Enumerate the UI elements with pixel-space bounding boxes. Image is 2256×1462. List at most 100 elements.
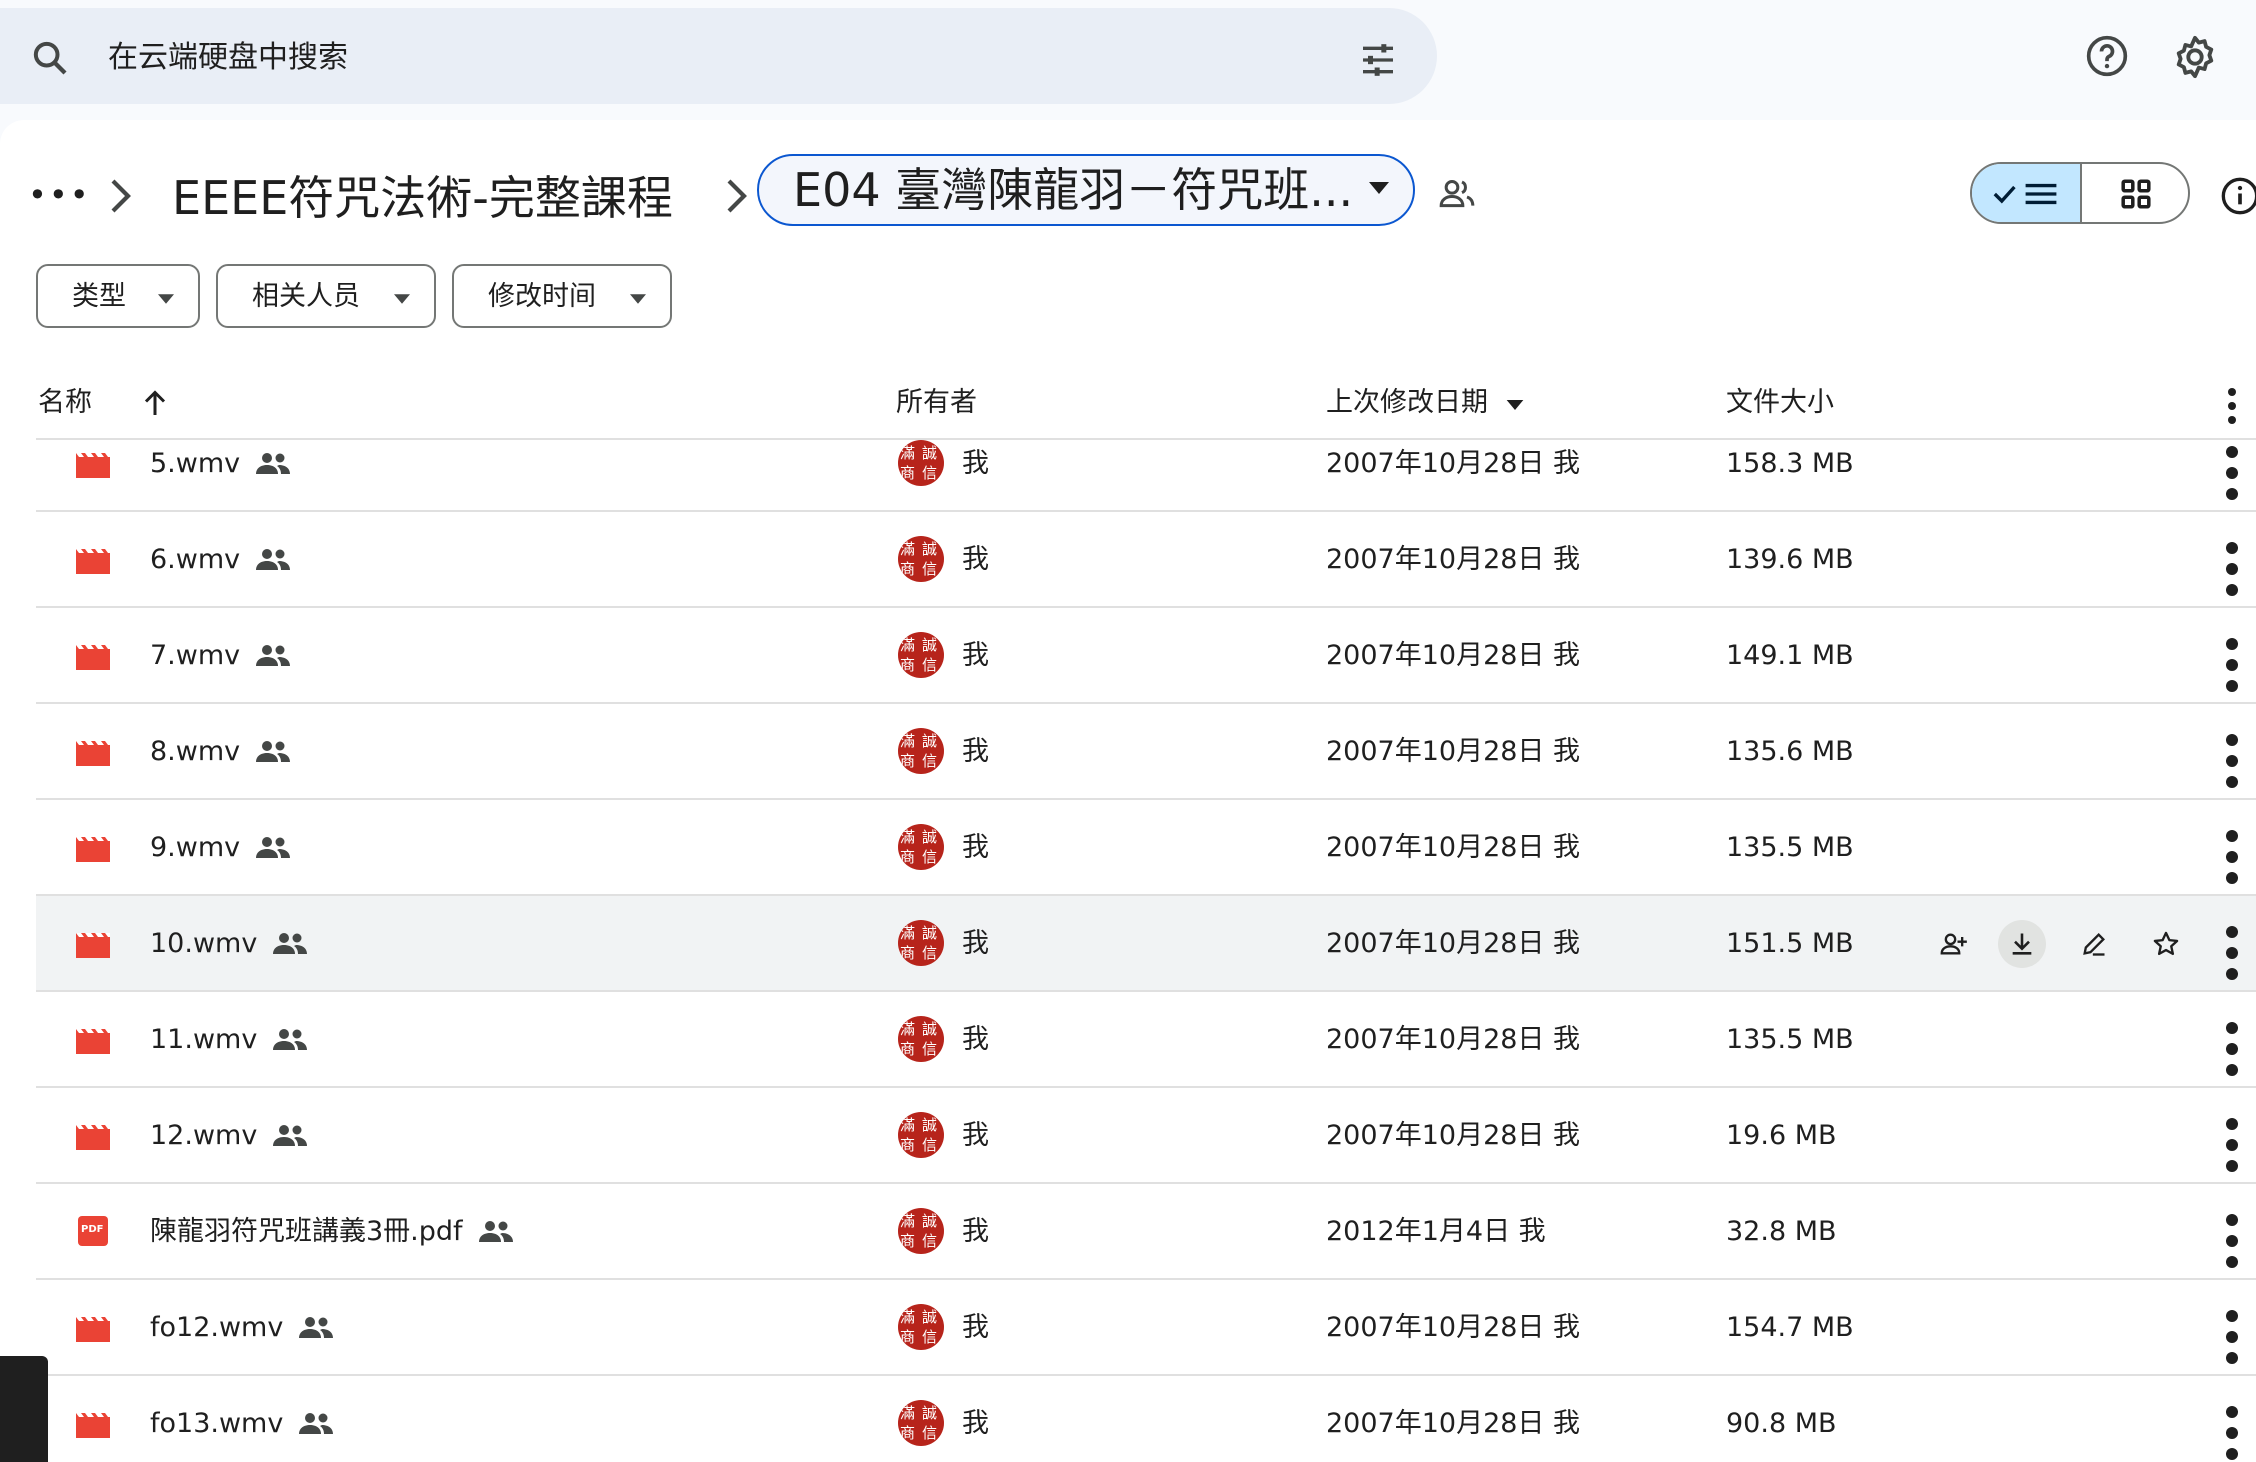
download-icon[interactable]	[1998, 920, 2046, 968]
rename-pencil-icon[interactable]	[2070, 920, 2118, 968]
more-vertical-icon[interactable]	[2226, 542, 2238, 596]
column-header-name[interactable]: 名称	[38, 386, 92, 420]
table-row[interactable]: PDF 陳龍羽符咒班講義3冊.pdf 滿誠商信我 2012年1月4日 我 32.8 MB	[36, 1184, 2256, 1280]
file-name[interactable]: 12.wmv	[150, 1116, 257, 1156]
file-name[interactable]: 8.wmv	[150, 732, 240, 772]
more-vertical-icon[interactable]	[2226, 1310, 2238, 1364]
owner-avatar: 滿誠商信	[898, 1208, 944, 1254]
breadcrumb-parent-folder[interactable]: EEEE符咒法術-完整課程	[172, 170, 673, 226]
file-size: 135.5 MB	[1726, 832, 1854, 863]
file-size: 19.6 MB	[1726, 1120, 1837, 1151]
modified-date: 2012年1月4日 我	[1326, 1216, 1546, 1247]
owner-avatar: 滿誠商信	[898, 1304, 944, 1350]
owner-avatar: 滿誠商信	[898, 440, 944, 486]
filter-people-chip[interactable]: 相关人员	[216, 264, 436, 328]
video-file-icon	[76, 738, 110, 766]
modified-date: 2007年10月28日 我	[1326, 832, 1581, 863]
search-bar[interactable]: 在云端硬盘中搜索	[0, 8, 1437, 104]
search-icon[interactable]	[30, 38, 70, 78]
column-header-owner[interactable]: 所有者	[896, 386, 977, 420]
file-name[interactable]: fo13.wmv	[150, 1404, 283, 1444]
more-vertical-icon[interactable]	[2226, 1118, 2238, 1172]
file-name[interactable]: 5.wmv	[150, 444, 240, 484]
shared-folder-icon[interactable]	[1437, 174, 1477, 214]
top-bar: 在云端硬盘中搜索	[0, 0, 2256, 120]
breadcrumb-current-folder[interactable]: E04 臺灣陳龍羽－符咒班...	[757, 154, 1415, 226]
more-vertical-icon[interactable]	[2226, 926, 2238, 980]
file-name[interactable]: 11.wmv	[150, 1020, 257, 1060]
file-size: 135.5 MB	[1726, 1024, 1854, 1055]
table-row[interactable]: 12.wmv 滿誠商信我 2007年10月28日 我 19.6 MB	[36, 1088, 2256, 1184]
grid-view-button[interactable]	[2082, 164, 2188, 222]
arrow-up-icon[interactable]	[140, 388, 170, 418]
table-row[interactable]: 8.wmv 滿誠商信我 2007年10月28日 我 135.6 MB	[36, 704, 2256, 800]
file-size: 32.8 MB	[1726, 1216, 1837, 1247]
modified-date: 2007年10月28日 我	[1326, 1120, 1581, 1151]
table-row[interactable]: 6.wmv 滿誠商信我 2007年10月28日 我 139.6 MB	[36, 512, 2256, 608]
more-vertical-icon[interactable]	[2226, 1406, 2238, 1460]
file-name[interactable]: 9.wmv	[150, 828, 240, 868]
star-icon[interactable]	[2142, 920, 2190, 968]
avatar-seal-glyph: 商	[900, 752, 916, 770]
table-row[interactable]: 5.wmv 滿誠商信我 2007年10月28日 我 158.3 MB	[36, 440, 2256, 512]
owner-name: 我	[962, 832, 989, 863]
table-row[interactable]: fo12.wmv 滿誠商信我 2007年10月28日 我 154.7 MB	[36, 1280, 2256, 1376]
modified-date: 2007年10月28日 我	[1326, 928, 1581, 959]
avatar-seal-glyph: 信	[922, 848, 938, 866]
caret-down-icon	[630, 294, 646, 304]
help-icon[interactable]	[2085, 34, 2129, 78]
shared-people-icon	[256, 452, 290, 474]
modified-date: 2007年10月28日 我	[1326, 448, 1581, 479]
modified-date: 2007年10月28日 我	[1326, 640, 1581, 671]
more-vertical-icon[interactable]	[2226, 388, 2238, 424]
info-icon[interactable]	[2220, 176, 2256, 216]
owner-avatar: 滿誠商信	[898, 1112, 944, 1158]
file-name[interactable]: 陳龍羽符咒班講義3冊.pdf	[150, 1212, 463, 1252]
video-file-icon	[76, 1026, 110, 1054]
avatar-seal-glyph: 誠	[922, 828, 938, 846]
shared-people-icon	[256, 836, 290, 858]
table-row[interactable]: 9.wmv 滿誠商信我 2007年10月28日 我 135.5 MB	[36, 800, 2256, 896]
avatar-seal-glyph: 商	[900, 944, 916, 962]
avatar-seal-glyph: 滿	[900, 1116, 916, 1134]
pdf-file-icon-label: PDF	[81, 1224, 104, 1235]
table-row[interactable]: 10.wmv 滿誠商信我 2007年10月28日 我 151.5 MB	[36, 896, 2256, 992]
avatar-seal-glyph: 信	[922, 1040, 938, 1058]
avatar-seal-glyph: 誠	[922, 1404, 938, 1422]
column-header-modified[interactable]: 上次修改日期	[1326, 386, 1488, 420]
table-row[interactable]: fo13.wmv 滿誠商信我 2007年10月28日 我 90.8 MB	[36, 1376, 2256, 1462]
more-vertical-icon[interactable]	[2226, 1214, 2238, 1268]
add-person-icon[interactable]	[1930, 920, 1978, 968]
modified-date: 2007年10月28日 我	[1326, 1024, 1581, 1055]
file-name[interactable]: 7.wmv	[150, 636, 240, 676]
owner-name: 我	[962, 1120, 989, 1151]
column-header-size[interactable]: 文件大小	[1726, 386, 1834, 420]
table-row[interactable]: 11.wmv 滿誠商信我 2007年10月28日 我 135.5 MB	[36, 992, 2256, 1088]
shared-people-icon	[479, 1220, 513, 1242]
avatar-seal-glyph: 誠	[922, 540, 938, 558]
filter-modified-chip[interactable]: 修改时间	[452, 264, 672, 328]
owner-name: 我	[962, 1024, 989, 1055]
owner-name: 我	[962, 1408, 989, 1439]
file-size: 139.6 MB	[1726, 544, 1854, 575]
settings-gear-icon[interactable]	[2172, 34, 2218, 80]
file-name[interactable]: 6.wmv	[150, 540, 240, 580]
breadcrumb-more[interactable]: •••	[28, 176, 91, 214]
filter-type-chip[interactable]: 类型	[36, 264, 200, 328]
list-view-button[interactable]	[1972, 164, 2082, 222]
more-vertical-icon[interactable]	[2226, 446, 2238, 500]
chevron-right-icon	[111, 179, 131, 213]
caret-down-icon[interactable]	[1506, 400, 1524, 410]
more-vertical-icon[interactable]	[2226, 638, 2238, 692]
file-size: 149.1 MB	[1726, 640, 1854, 671]
file-size: 135.6 MB	[1726, 736, 1854, 767]
search-input[interactable]: 在云端硬盘中搜索	[108, 38, 348, 78]
more-vertical-icon[interactable]	[2226, 734, 2238, 788]
more-vertical-icon[interactable]	[2226, 1022, 2238, 1076]
search-options-icon[interactable]	[1358, 40, 1398, 80]
more-vertical-icon[interactable]	[2226, 830, 2238, 884]
table-header: 名称 所有者 上次修改日期 文件大小	[36, 368, 2256, 440]
file-name[interactable]: 10.wmv	[150, 924, 257, 964]
table-row[interactable]: 7.wmv 滿誠商信我 2007年10月28日 我 149.1 MB	[36, 608, 2256, 704]
file-name[interactable]: fo12.wmv	[150, 1308, 283, 1348]
